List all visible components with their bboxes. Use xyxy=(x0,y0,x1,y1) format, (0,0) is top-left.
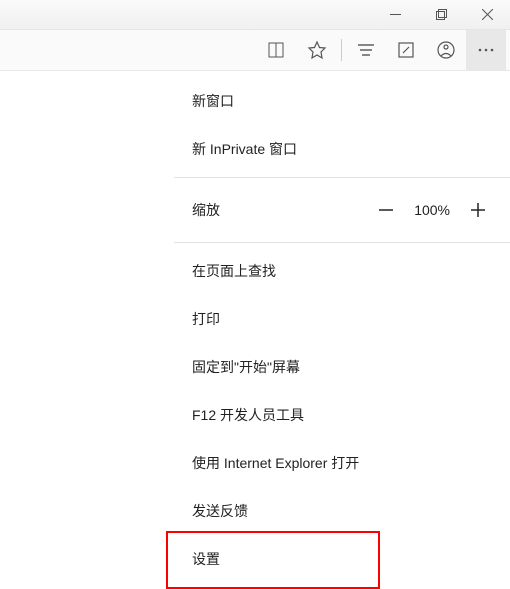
zoom-value: 100% xyxy=(414,202,450,218)
plus-icon xyxy=(469,201,487,219)
zoom-out-button[interactable] xyxy=(372,196,400,224)
page-blank xyxy=(0,71,174,583)
more-icon xyxy=(476,40,496,60)
menu-find[interactable]: 在页面上查找 xyxy=(174,247,510,295)
reading-list-button[interactable] xyxy=(257,30,297,70)
hub-icon xyxy=(356,40,376,60)
favorite-button[interactable] xyxy=(297,30,337,70)
share-button[interactable] xyxy=(426,30,466,70)
note-icon xyxy=(396,40,416,60)
menu-new-window[interactable]: 新窗口 xyxy=(174,77,510,125)
zoom-controls: 100% xyxy=(372,196,492,224)
menu-divider xyxy=(174,242,510,243)
menu-settings[interactable]: 设置 xyxy=(174,535,510,583)
menu-open-in-ie[interactable]: 使用 Internet Explorer 打开 xyxy=(174,439,510,487)
toolbar xyxy=(0,30,510,71)
reading-list-icon xyxy=(267,40,287,60)
maximize-icon xyxy=(436,9,447,20)
share-icon xyxy=(436,40,456,60)
minus-icon xyxy=(377,201,395,219)
menu-zoom: 缩放 100% xyxy=(174,182,510,238)
content-area: 新窗口 新 InPrivate 窗口 缩放 100% 在页面上查找 打印 固定到… xyxy=(0,71,510,583)
minimize-button[interactable] xyxy=(372,0,418,30)
more-menu: 新窗口 新 InPrivate 窗口 缩放 100% 在页面上查找 打印 固定到… xyxy=(174,71,510,583)
maximize-button[interactable] xyxy=(418,0,464,30)
star-icon xyxy=(307,40,327,60)
zoom-label: 缩放 xyxy=(192,200,220,220)
hub-button[interactable] xyxy=(346,30,386,70)
zoom-in-button[interactable] xyxy=(464,196,492,224)
menu-divider xyxy=(174,177,510,178)
web-note-button[interactable] xyxy=(386,30,426,70)
more-button[interactable] xyxy=(466,30,506,70)
close-icon xyxy=(482,9,493,20)
minimize-icon xyxy=(390,9,401,20)
toolbar-separator xyxy=(341,39,342,61)
menu-dev-tools[interactable]: F12 开发人员工具 xyxy=(174,391,510,439)
close-button[interactable] xyxy=(464,0,510,30)
menu-new-inprivate[interactable]: 新 InPrivate 窗口 xyxy=(174,125,510,173)
titlebar xyxy=(0,0,510,30)
menu-pin-to-start[interactable]: 固定到"开始"屏幕 xyxy=(174,343,510,391)
menu-send-feedback[interactable]: 发送反馈 xyxy=(174,487,510,535)
browser-window: 新窗口 新 InPrivate 窗口 缩放 100% 在页面上查找 打印 固定到… xyxy=(0,0,510,536)
menu-print[interactable]: 打印 xyxy=(174,295,510,343)
